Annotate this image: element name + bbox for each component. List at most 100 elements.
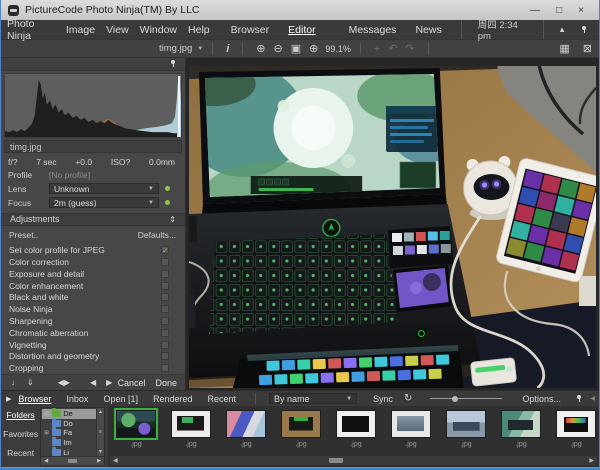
pin-icon[interactable]	[581, 26, 587, 34]
menu-photo-ninja[interactable]: Photo Ninja	[7, 18, 55, 42]
thumbnail-image[interactable]	[336, 410, 376, 438]
adjustment-row[interactable]: Exposure and detail	[1, 268, 185, 280]
adjustment-row[interactable]: Black and white	[1, 292, 185, 304]
scroll-left-icon[interactable]: ◀	[44, 458, 48, 464]
menu-help[interactable]: Help	[188, 24, 210, 36]
redo-icon[interactable]: ↷	[406, 42, 415, 55]
thumbnail[interactable]: .jpg	[555, 410, 597, 455]
undo-icon[interactable]: ↶	[388, 42, 397, 55]
thumbnail-image[interactable]	[556, 410, 596, 438]
expand-icon[interactable]: ▶	[6, 395, 11, 403]
preset-button[interactable]: Preset..	[9, 230, 38, 240]
thumbnail-image[interactable]	[501, 410, 541, 438]
tab-inbox[interactable]: Inbox	[66, 394, 88, 404]
scroll-handle-icon[interactable]: ≡	[99, 429, 102, 435]
adjustment-row[interactable]: Cropping	[1, 362, 185, 374]
maximize-button[interactable]: □	[556, 5, 562, 16]
checkbox[interactable]	[161, 364, 169, 372]
adjustment-row[interactable]: Noise Ninja	[1, 303, 185, 315]
folder-row[interactable]: Do	[42, 419, 96, 429]
tab-browser[interactable]: Browser	[18, 394, 51, 404]
collapse-panel-icon[interactable]: ▲	[558, 25, 566, 34]
menu-image[interactable]: Image	[66, 24, 95, 36]
zoom-fit-icon[interactable]: ▣	[291, 42, 301, 55]
thumbnail-image[interactable]	[116, 410, 156, 438]
sort-dropdown[interactable]: By name ▼	[269, 393, 357, 404]
thumbnail[interactable]: .jpg	[335, 410, 377, 455]
scroll-right-icon[interactable]: ▶	[97, 458, 101, 464]
expander-icon[interactable]: ⊞	[44, 411, 50, 417]
thumbnail[interactable]: .jpg	[445, 410, 487, 455]
tree-vertical-scrollbar[interactable]: ▲ ≡ ▼	[96, 408, 104, 456]
tab-recent[interactable]: Recent	[208, 394, 237, 404]
tree-horizontal-scrollbar[interactable]: ◀ ▶	[41, 456, 104, 465]
checkbox[interactable]	[161, 282, 169, 290]
menu-window[interactable]: Window	[140, 24, 177, 36]
info-icon[interactable]: i	[226, 43, 229, 55]
thumbnail-image[interactable]	[226, 410, 266, 438]
adjustment-row[interactable]: Chromatic aberration	[1, 327, 185, 339]
expander-icon[interactable]: ⊞	[44, 430, 50, 436]
checkbox[interactable]	[161, 305, 169, 313]
minimize-button[interactable]: —	[530, 5, 540, 16]
lens-dropdown[interactable]: Unknown ▼	[49, 183, 159, 194]
tab-rendered[interactable]: Rendered	[153, 394, 193, 404]
cancel-button[interactable]: Cancel	[117, 378, 145, 388]
menu-messages[interactable]: Messages	[349, 24, 397, 36]
defaults-button[interactable]: Defaults...	[138, 230, 176, 240]
thumbnail-image[interactable]	[391, 410, 431, 438]
thumbnail[interactable]: .jpg	[280, 410, 322, 455]
done-button[interactable]: Done	[155, 378, 177, 388]
menu-news[interactable]: News	[415, 24, 441, 36]
scroll-thumb[interactable]	[68, 459, 77, 463]
photo-canvas[interactable]	[186, 58, 599, 390]
folder-row[interactable]: ⊞ Fa	[42, 428, 96, 438]
focus-dropdown[interactable]: 2m (guess) ▼	[49, 197, 159, 208]
adjustment-row[interactable]: Color correction	[1, 256, 185, 268]
checkbox[interactable]	[161, 352, 169, 360]
close-button[interactable]: ×	[578, 5, 584, 16]
tab-open[interactable]: Open [1]	[103, 394, 138, 404]
folder-row[interactable]: Im	[42, 438, 96, 448]
next-image-icon[interactable]: ▶	[106, 378, 112, 387]
adjustment-row[interactable]: Vignetting	[1, 339, 185, 351]
thumbnail[interactable]: .jpg	[170, 410, 212, 455]
scroll-right-icon[interactable]: ▶	[589, 457, 594, 464]
scroll-up-icon[interactable]: ▲	[98, 409, 103, 415]
checkbox[interactable]	[161, 317, 169, 325]
sync-icon[interactable]: ↻	[404, 393, 412, 404]
tab-recent-files[interactable]: Recent	[7, 448, 34, 458]
adjustment-row[interactable]: Color enhancement	[1, 280, 185, 292]
scroll-down-icon[interactable]: ▼	[98, 449, 103, 455]
scroll-left-icon[interactable]: ◀	[113, 457, 118, 464]
thumbnail-scrollbar[interactable]: ◀ ▶	[110, 456, 597, 465]
thumbnail-image[interactable]	[281, 410, 321, 438]
pin-icon[interactable]	[170, 60, 176, 68]
adjustments-header[interactable]: Adjustments ⇕	[1, 213, 185, 227]
checkbox[interactable]	[161, 258, 169, 266]
view-browser[interactable]: Browser	[231, 24, 270, 36]
zoom-out-icon[interactable]: ⊖	[274, 42, 283, 55]
checkbox[interactable]	[161, 270, 169, 278]
compare-icon[interactable]: ◀▶	[58, 378, 70, 387]
thumbnail[interactable]: .jpg	[225, 410, 267, 455]
zoom-actual-icon[interactable]: ⊕	[309, 42, 318, 55]
adjustment-row[interactable]: Sharpening	[1, 315, 185, 327]
pin-icon[interactable]	[576, 395, 582, 403]
checkbox[interactable]	[161, 329, 169, 337]
scroll-thumb[interactable]	[329, 458, 343, 463]
options-button[interactable]: Options...	[522, 394, 561, 404]
thumbnail[interactable]: .jpg	[115, 410, 157, 455]
export-icon[interactable]: ⇓	[27, 378, 34, 387]
adjustment-row[interactable]: Set color profile for JPEG✓	[1, 244, 185, 256]
view-editor[interactable]: Editor	[288, 24, 315, 36]
slider-thumb[interactable]	[452, 396, 458, 402]
checkbox[interactable]	[161, 293, 169, 301]
download-icon[interactable]: ↓	[11, 378, 15, 387]
move-tool-icon[interactable]: +	[374, 43, 380, 55]
tab-folders[interactable]: Folders	[6, 410, 34, 420]
thumbnail[interactable]: .jpg	[390, 410, 432, 455]
adjustment-row[interactable]: Distortion and geometry	[1, 351, 185, 363]
checkbox[interactable]: ✓	[161, 246, 169, 254]
thumbnail-image[interactable]	[446, 410, 486, 438]
